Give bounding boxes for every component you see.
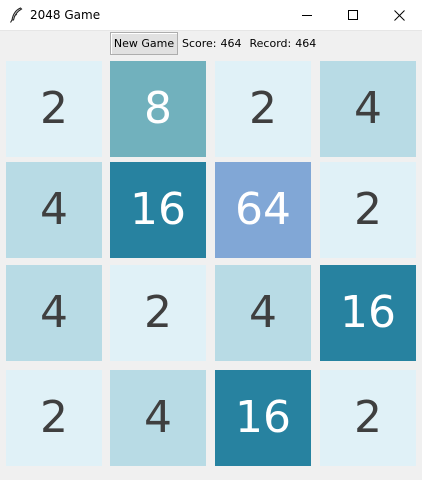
title-bar[interactable]: 2048 Game [0,0,422,31]
maximize-button[interactable] [330,0,376,30]
minimize-icon [302,10,312,20]
tile: 16 [215,370,311,466]
maximize-icon [348,10,358,20]
tile: 2 [320,370,416,466]
tile: 4 [215,265,311,361]
tile: 2 [215,61,311,157]
tile: 16 [320,265,416,361]
app-window: 2048 Game New Game Score: 464 Record: 464 2… [0,0,422,480]
score-value: 464 [220,37,242,50]
tile: 4 [6,265,102,361]
tile: 8 [110,61,206,157]
record-label: Record: [249,37,292,50]
tile: 4 [320,61,416,157]
close-button[interactable] [376,0,422,30]
tile: 4 [110,370,206,466]
tile: 2 [6,61,102,157]
game-board[interactable]: 2 8 2 4 4 16 64 2 4 2 4 16 2 4 16 2 [0,57,422,480]
score-display: Score: 464 Record: 464 [182,37,316,51]
tile: 2 [320,162,416,258]
toolbar: New Game Score: 464 Record: 464 [0,31,422,57]
window-title: 2048 Game [30,8,101,22]
tile: 16 [110,162,206,258]
record-value: 464 [295,37,317,50]
tile: 64 [215,162,311,258]
new-game-button[interactable]: New Game [110,32,178,55]
tile: 2 [6,370,102,466]
tile: 4 [6,162,102,258]
tile: 2 [110,265,206,361]
feather-icon [9,7,23,23]
close-icon [393,9,405,21]
score-label: Score: [182,37,217,50]
minimize-button[interactable] [284,0,330,30]
